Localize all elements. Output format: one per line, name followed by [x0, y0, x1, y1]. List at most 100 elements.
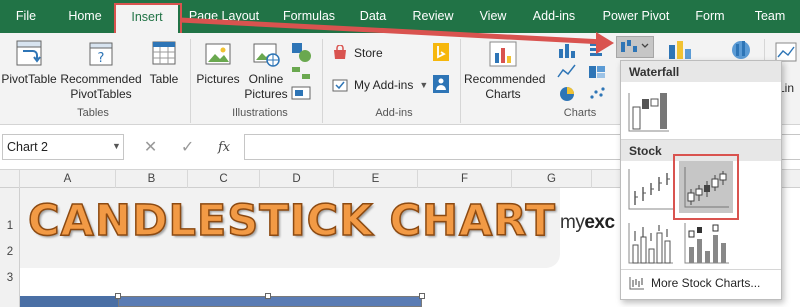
- more-charts-icon: [629, 277, 644, 290]
- brand-logo: myexc: [560, 212, 615, 234]
- banner-title: CANDLESTICK CHART: [27, 195, 556, 247]
- more-stock-charts-link[interactable]: More Stock Charts...: [629, 276, 760, 290]
- volume-high-low-close-option[interactable]: [627, 221, 675, 265]
- more-stock-charts-label: More Stock Charts...: [651, 276, 761, 290]
- enter-icon[interactable]: ✓: [181, 137, 194, 157]
- scatter-chart-icon: [590, 87, 605, 99]
- people-graph-icon: [433, 75, 449, 93]
- hierarchy-chart-icon: [589, 66, 605, 78]
- column-chart-button[interactable]: [556, 41, 578, 62]
- column-header-b[interactable]: B: [116, 170, 188, 188]
- row-header-3[interactable]: 3: [0, 272, 20, 284]
- brand-bold: exc: [584, 212, 615, 233]
- resize-handle[interactable]: [419, 293, 425, 299]
- recommended-charts-button[interactable]: Recommended Charts: [464, 39, 546, 102]
- my-add-ins-label: My Add-ins: [354, 78, 414, 92]
- store-icon: [334, 45, 346, 59]
- name-box[interactable]: Chart 2: [2, 134, 124, 160]
- volume-open-high-low-close-option[interactable]: [683, 221, 731, 265]
- screenshot-icon: [291, 86, 311, 100]
- tab-add-ins[interactable]: Add-ins: [528, 0, 580, 33]
- column-header-e[interactable]: E: [334, 170, 418, 188]
- section-divider: [621, 269, 781, 270]
- tab-page-layout[interactable]: Page Layout: [186, 0, 262, 33]
- online-pictures-label: Online Pictures: [244, 72, 288, 101]
- hierarchy-chart-button[interactable]: [586, 63, 608, 84]
- resize-handle[interactable]: [115, 293, 121, 299]
- group-label-add-ins: Add-ins: [375, 107, 413, 119]
- recommended-pivottables-button[interactable]: ? Recommended PivotTables: [58, 39, 144, 102]
- formula-actions: ✕ ✓ fx: [132, 134, 242, 160]
- resize-handle[interactable]: [265, 293, 271, 299]
- pivottable-icon: [16, 40, 42, 66]
- tab-review[interactable]: Review: [410, 0, 456, 33]
- online-pictures-button[interactable]: Online Pictures: [242, 39, 290, 102]
- tab-data[interactable]: Data: [356, 0, 390, 33]
- smartart-icon: [292, 67, 310, 79]
- row-header-2[interactable]: 2: [0, 246, 20, 258]
- tab-team[interactable]: Team: [750, 0, 790, 33]
- smartart-button[interactable]: [288, 65, 314, 84]
- 3d-map-icon: [732, 41, 750, 59]
- column-chart-icon: [559, 44, 575, 58]
- table-button[interactable]: Table: [144, 39, 184, 87]
- brand-prefix: my: [560, 212, 585, 233]
- pictures-icon: [205, 43, 231, 65]
- group-separator: [322, 39, 323, 123]
- row-header-1[interactable]: 1: [0, 220, 20, 232]
- chart-object[interactable]: [115, 293, 425, 307]
- column-header-a[interactable]: A: [20, 170, 116, 188]
- bing-maps-button[interactable]: [432, 43, 450, 64]
- pie-chart-icon: [560, 87, 574, 101]
- column-header-c[interactable]: C: [188, 170, 260, 188]
- recommended-pivottables-label: Recommended PivotTables: [60, 72, 142, 101]
- tab-home[interactable]: Home: [62, 0, 108, 33]
- row-headers: 1 2 3: [0, 188, 20, 307]
- tab-view[interactable]: View: [476, 0, 510, 33]
- stock-chart-dropdown-button[interactable]: [616, 36, 654, 58]
- insert-function-icon[interactable]: fx: [218, 140, 230, 155]
- people-graph-button[interactable]: [432, 75, 450, 96]
- line-chart-button[interactable]: [556, 63, 578, 84]
- shapes-button[interactable]: [288, 41, 314, 66]
- recommended-charts-label: Recommended Charts: [464, 72, 546, 101]
- pivottable-label: PivotTable: [1, 72, 57, 86]
- column-header-g[interactable]: G: [512, 170, 592, 188]
- group-separator: [460, 39, 461, 123]
- pictures-button[interactable]: Pictures: [194, 39, 242, 87]
- candlestick-option-highlight: [673, 154, 739, 220]
- recommended-pivottables-icon: ?: [89, 42, 113, 66]
- tab-power-pivot[interactable]: Power Pivot: [600, 0, 672, 33]
- table-label: Table: [149, 72, 179, 86]
- screenshot-button[interactable]: [288, 85, 314, 104]
- chart-type-gallery: Waterfall Stock More Stock Charts...: [620, 60, 782, 300]
- pivotchart-icon: [669, 41, 691, 59]
- name-box-dropdown-icon[interactable]: ▼: [112, 141, 121, 151]
- store-button[interactable]: Store: [332, 45, 383, 61]
- insert-tab-highlight: [114, 3, 182, 35]
- scatter-chart-button[interactable]: [586, 85, 608, 106]
- select-all-corner[interactable]: [0, 170, 20, 188]
- table-icon: [152, 41, 176, 65]
- column-header-f[interactable]: F: [418, 170, 512, 188]
- high-low-close-option[interactable]: [627, 167, 675, 211]
- cancel-icon[interactable]: ✕: [144, 137, 157, 157]
- pivottable-button[interactable]: PivotTable: [0, 39, 58, 87]
- waterfall-chart-option[interactable]: [627, 89, 671, 133]
- bar-chart-button[interactable]: [586, 41, 608, 62]
- svg-text:?: ?: [98, 51, 105, 66]
- group-separator: [190, 39, 191, 123]
- waterfall-section-header: Waterfall: [621, 61, 781, 82]
- tab-formulas[interactable]: Formulas: [278, 0, 340, 33]
- tab-file[interactable]: File: [6, 0, 46, 33]
- column-header-d[interactable]: D: [260, 170, 334, 188]
- recommended-charts-icon: [489, 41, 517, 67]
- tab-form[interactable]: Form: [692, 0, 728, 33]
- pie-chart-button[interactable]: [556, 85, 578, 106]
- high-low-close-icon: [628, 169, 673, 210]
- store-label: Store: [354, 46, 383, 60]
- my-add-ins-dropdown-icon[interactable]: ▼: [419, 80, 428, 90]
- my-add-ins-button[interactable]: My Add-ins ▼: [332, 77, 428, 93]
- group-label-tables: Tables: [77, 107, 109, 119]
- pictures-label: Pictures: [196, 72, 240, 86]
